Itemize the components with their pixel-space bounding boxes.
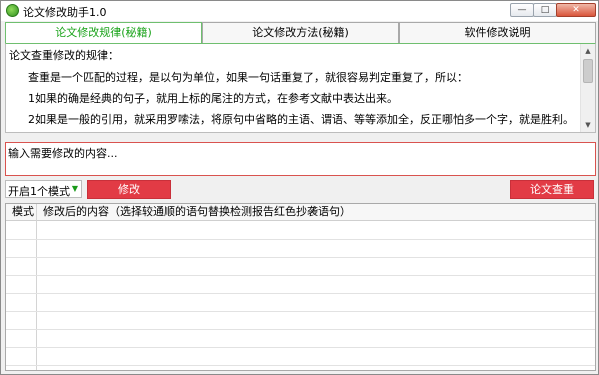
rules-line: 1如果的确是经典的句子，就用上标的尾注的方式，在参考文献中表达出来。 <box>28 92 398 105</box>
scroll-thumb[interactable] <box>583 59 593 83</box>
maximize-button[interactable]: □ <box>533 3 557 17</box>
mode-select[interactable]: 开启1个模式 ▼ <box>5 180 82 198</box>
rules-scrollbar[interactable]: ▲ ▼ <box>580 44 595 132</box>
scroll-up-icon[interactable]: ▲ <box>581 44 595 58</box>
rules-heading: 论文查重修改的规律： <box>9 49 119 62</box>
column-header-modified-content[interactable]: 修改后的内容（选择较通顺的语句替换检测报告红色抄袭语句） <box>43 204 351 221</box>
table-row-line <box>6 257 595 258</box>
mode-select-value: 开启1个模式 <box>8 185 70 198</box>
window-title: 论文修改助手1.0 <box>23 6 107 19</box>
table-header: 模式 修改后的内容（选择较通顺的语句替换检测报告红色抄袭语句） <box>6 204 595 221</box>
content-input-box <box>5 142 596 176</box>
tab-modify-methods[interactable]: 论文修改方法(秘籍) <box>202 22 399 43</box>
scroll-down-icon[interactable]: ▼ <box>581 118 595 132</box>
column-divider <box>36 204 37 370</box>
content-input[interactable] <box>8 145 592 173</box>
table-row-line <box>6 329 595 330</box>
rules-text-area[interactable]: 论文查重修改的规律： 查重是一个匹配的过程，是以句为单位，如果一句话重复了，就很… <box>5 43 596 133</box>
results-table: 模式 修改后的内容（选择较通顺的语句替换检测报告红色抄袭语句） <box>5 203 596 371</box>
table-row-line <box>6 239 595 240</box>
app-logo-icon <box>6 4 19 17</box>
table-row-line <box>6 293 595 294</box>
app-window: 论文修改助手1.0 — □ ✕ 论文修改规律(秘籍) 论文修改方法(秘籍) 软件… <box>0 0 599 375</box>
rules-line: 查重是一个匹配的过程，是以句为单位，如果一句话重复了，就很容易判定重复了，所以： <box>28 71 468 84</box>
minimize-button[interactable]: — <box>510 3 534 17</box>
modify-button[interactable]: 修改 <box>87 180 171 199</box>
table-row-line <box>6 275 595 276</box>
tab-modify-rules[interactable]: 论文修改规律(秘籍) <box>5 22 202 44</box>
table-row-line <box>6 347 595 348</box>
rules-line: 2如果是一般的引用，就采用罗嗦法，将原句中省略的主语、谓语、等等添加全，反正哪怕… <box>28 113 574 126</box>
tab-software-instructions[interactable]: 软件修改说明 <box>399 22 596 43</box>
close-button[interactable]: ✕ <box>556 3 596 17</box>
plagiarism-check-button[interactable]: 论文查重 <box>510 180 594 199</box>
tab-bar: 论文修改规律(秘籍) 论文修改方法(秘籍) 软件修改说明 <box>5 22 596 44</box>
column-header-mode[interactable]: 模式 <box>12 204 34 221</box>
title-bar: 论文修改助手1.0 — □ ✕ <box>1 1 598 21</box>
table-row-line <box>6 311 595 312</box>
dropdown-arrow-icon: ▼ <box>71 184 78 193</box>
table-row-line <box>6 365 595 366</box>
